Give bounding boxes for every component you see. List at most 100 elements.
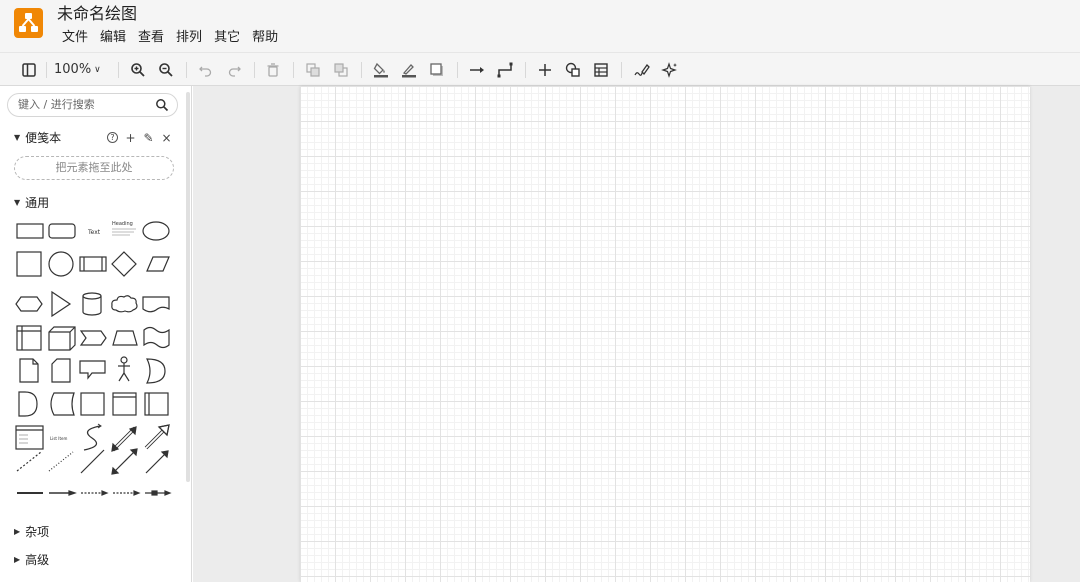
shape-cylinder[interactable] <box>82 292 102 316</box>
menu-help[interactable]: 帮助 <box>252 29 278 47</box>
shape-triangle[interactable] <box>51 290 72 318</box>
shape-rectangle[interactable] <box>16 223 44 239</box>
shape-hexagon[interactable] <box>15 296 43 312</box>
shape-document[interactable] <box>142 296 170 313</box>
shapes-button[interactable] <box>563 60 583 80</box>
shape-square[interactable] <box>16 251 42 277</box>
freehand-button[interactable] <box>632 60 652 80</box>
shape-circle[interactable] <box>48 251 74 277</box>
header: 未命名绘图 文件 编辑 查看 排列 其它 帮助 <box>0 0 1080 52</box>
help-icon[interactable]: ? <box>107 132 118 143</box>
menu-edit[interactable]: 编辑 <box>100 29 126 47</box>
shape-list[interactable] <box>15 425 44 450</box>
line-color-button[interactable] <box>399 60 419 80</box>
sidebar-scrollbar[interactable] <box>186 92 190 482</box>
shape-trapezoid[interactable] <box>112 330 138 346</box>
undo-button[interactable] <box>196 60 216 80</box>
shape-ellipse[interactable] <box>142 221 170 241</box>
search-icon[interactable] <box>155 98 169 112</box>
shape-line[interactable] <box>80 449 105 474</box>
scratchpad-actions: ? + ✎ × <box>107 131 172 145</box>
redo-button[interactable] <box>224 60 244 80</box>
caret-right-icon: ▶ <box>14 527 21 536</box>
ai-generate-button[interactable] <box>660 60 680 80</box>
shape-link-dashed[interactable] <box>81 490 109 496</box>
freehand-pencil-icon <box>634 63 650 76</box>
insert-button[interactable] <box>535 60 555 80</box>
shadow-icon <box>430 63 443 76</box>
shape-bidirectional-arrow[interactable] <box>111 426 137 452</box>
toolbar-divider <box>525 62 526 78</box>
shape-diamond[interactable] <box>111 251 137 277</box>
svg-text:Heading: Heading <box>112 221 133 227</box>
shapes-icon <box>565 62 580 77</box>
shape-dashed-line[interactable] <box>16 451 42 472</box>
shape-dotted-line[interactable] <box>48 451 74 472</box>
shape-data-storage[interactable] <box>50 392 75 416</box>
app-window: 未命名绘图 文件 编辑 查看 排列 其它 帮助 100% ∨ 键入 / 进行搜索… <box>0 0 1080 582</box>
edit-icon[interactable]: ✎ <box>143 131 154 145</box>
shape-step[interactable] <box>79 330 107 346</box>
app-logo[interactable] <box>14 8 43 38</box>
scratchpad-dropzone[interactable]: 把元素拖至此处 <box>14 156 174 180</box>
connection-button[interactable] <box>467 60 487 80</box>
shape-cube[interactable] <box>48 326 76 351</box>
to-front-button[interactable] <box>303 60 323 80</box>
shape-heading[interactable]: Heading <box>112 221 136 236</box>
add-icon[interactable]: + <box>125 131 136 145</box>
shape-rounded-rectangle[interactable] <box>48 223 76 239</box>
shape-link-arrow[interactable] <box>49 490 77 496</box>
shape-or[interactable] <box>146 358 166 384</box>
shape-arrow[interactable] <box>144 424 170 450</box>
advanced-header[interactable]: ▶ 高级 <box>14 552 49 568</box>
shape-directional-connector[interactable] <box>145 450 169 474</box>
misc-header[interactable]: ▶ 杂项 <box>14 524 49 540</box>
shape-parallelogram[interactable] <box>146 256 170 272</box>
shape-card[interactable] <box>51 358 71 383</box>
shape-tape[interactable] <box>143 326 170 349</box>
shape-text[interactable]: Text <box>87 229 101 236</box>
shape-delay[interactable] <box>18 391 38 417</box>
menu-arrange[interactable]: 排列 <box>176 29 202 47</box>
shape-bidirectional-connector[interactable] <box>111 448 138 475</box>
shape-actor[interactable] <box>118 356 130 382</box>
shape-link-box[interactable] <box>145 490 172 496</box>
shape-process[interactable] <box>79 256 107 272</box>
zoom-select[interactable]: 100% ∨ <box>54 61 101 80</box>
to-back-button[interactable] <box>331 60 351 80</box>
shape-frame[interactable] <box>112 392 137 416</box>
caret-down-icon: ▼ <box>14 133 21 142</box>
shape-cloud[interactable] <box>111 295 138 313</box>
zoom-in-button[interactable] <box>128 60 148 80</box>
scratchpad-header[interactable]: ▼ 便笺本 <box>14 130 61 146</box>
close-icon[interactable]: × <box>161 131 172 145</box>
delete-button[interactable] <box>263 60 283 80</box>
sparkle-icon <box>661 62 677 78</box>
drawing-canvas[interactable] <box>193 86 1080 582</box>
shape-link-labeled[interactable] <box>113 490 141 496</box>
toolbar-divider <box>46 62 47 78</box>
shape-list-item[interactable]: List Item <box>50 436 67 441</box>
shape-curve[interactable] <box>83 423 102 451</box>
waypoints-button[interactable] <box>495 60 515 80</box>
shape-container[interactable] <box>144 392 169 416</box>
shadow-button[interactable] <box>427 60 447 80</box>
fill-color-button[interactable] <box>371 60 391 80</box>
shape-note[interactable] <box>19 358 39 383</box>
delete-icon <box>267 63 279 77</box>
shape-square-small[interactable] <box>80 392 105 416</box>
shape-callout[interactable] <box>79 360 106 380</box>
table-button[interactable] <box>591 60 611 80</box>
shape-internal-storage[interactable] <box>16 325 42 351</box>
menu-file[interactable]: 文件 <box>62 29 88 47</box>
sidebar-toggle-button[interactable] <box>19 60 39 80</box>
shape-search-input[interactable]: 键入 / 进行搜索 <box>7 93 178 117</box>
toolbar-divider <box>621 62 622 78</box>
menu-extras[interactable]: 其它 <box>214 29 240 47</box>
plus-icon <box>539 64 551 76</box>
diagram-page[interactable] <box>300 86 1030 582</box>
general-header[interactable]: ▼ 通用 <box>14 195 49 211</box>
menu-view[interactable]: 查看 <box>138 29 164 47</box>
zoom-out-button[interactable] <box>156 60 176 80</box>
diagram-title[interactable]: 未命名绘图 <box>57 4 137 24</box>
